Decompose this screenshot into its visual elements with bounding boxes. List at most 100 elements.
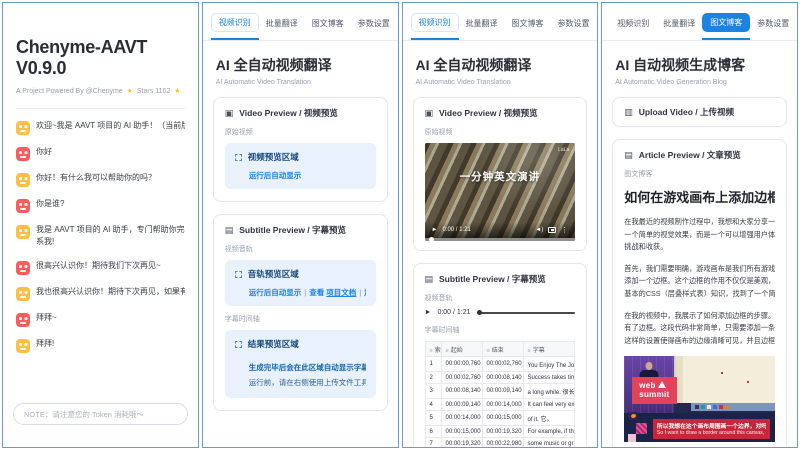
video-preview-placeholder: 视频预览区域 运行后自动显示	[225, 143, 376, 189]
table-row[interactable]: 400:00:09,14000:00:14,000It can feel ver…	[425, 399, 575, 411]
column-header: 字幕	[533, 348, 545, 354]
paragraph-line: 添加一个边框。这个边框的作用不仅仅是美观，更是能在玩家与	[624, 275, 775, 288]
subtitle-preview-expander[interactable]: ▤ Subtitle Preview / 字幕预览 视频音轨 ► 0:00 / …	[413, 263, 588, 448]
tab-video-recognition[interactable]: 视频识别	[610, 15, 656, 40]
subtitle-overlay: 所以我想在这个画布周围画一个边界，对吗? So I want to draw a…	[653, 419, 771, 439]
subtitle-preview-expander[interactable]: ▤ Subtitle Preview / 字幕预览 视频音轨 音轨预览区域 运行…	[213, 214, 388, 411]
expander-header[interactable]: ▣ Video Preview / 视频预览	[425, 107, 576, 119]
paragraph-line: 在我的视频中，我展示了如何添加边框的步骤。首先，打开我们	[624, 310, 775, 323]
table-row[interactable]: 300:00:08,14000:00:09,140a long while. 很…	[425, 384, 575, 399]
table-header-row: ≡索引 ≡起始 ≡结束 ≡字幕	[425, 342, 575, 357]
play-icon[interactable]: ►	[425, 309, 432, 316]
tab-label: 图文博客	[505, 15, 551, 32]
tab-batch-translate[interactable]: 批量翻译	[656, 15, 702, 40]
chat-message: 你是谁?	[16, 198, 185, 212]
expander-title: Upload Video / 上传视频	[639, 106, 734, 118]
tab-bar: 视频识别 批量翻译 图文博客 参数设置	[403, 3, 598, 41]
chat-message: 欢迎~我是 AAVT 项目的 AI 助手！（当前版本暂未接入完整	[16, 120, 185, 134]
audio-preview-placeholder: 音轨预览区域 运行后自动显示|查看 项目文档|加入 交流群组	[225, 260, 376, 306]
tab-settings[interactable]: 参数设置	[351, 15, 397, 40]
caption-original-video: 原始视频	[425, 127, 576, 137]
volume-icon[interactable]: ◄)	[535, 227, 543, 233]
auto-show-link[interactable]: 运行后自动显示	[249, 288, 302, 297]
message-text: 系我!	[36, 236, 185, 248]
chat-message: 我也很高兴认识你！期待下次再见，如果有需要，随时联	[16, 286, 185, 300]
tab-settings[interactable]: 参数设置	[750, 15, 796, 40]
video-progress-bar[interactable]	[425, 238, 576, 241]
expander-header[interactable]: ▤ Article Preview / 文章预览	[624, 149, 775, 161]
tab-blog[interactable]: 图文博客	[305, 15, 351, 40]
tab-label: 视频识别	[211, 13, 259, 32]
message-text: 我也很高兴认识你！期待下次再见，如果有需要，随时联	[36, 286, 185, 298]
tab-video-recognition[interactable]: 视频识别	[211, 13, 259, 40]
image-icon: ▤	[425, 274, 434, 285]
panel-video-translate-loaded: 视频识别 批量翻译 图文博客 参数设置 AI 全自动视频翻译 AI Automa…	[402, 2, 599, 448]
selection-icon	[235, 154, 242, 161]
monitor-icon: ▣	[225, 108, 234, 119]
message-text: 拜拜!	[36, 338, 185, 350]
message-text: 欢迎~我是 AAVT 项目的 AI 助手！（当前版本暂未接入完整	[36, 120, 185, 132]
column-type-icon: ≡	[430, 348, 433, 354]
auto-show-link[interactable]: 运行后自动显示	[249, 171, 302, 180]
assistant-avatar-icon	[16, 339, 30, 353]
video-player[interactable]: LaLa 一分钟英文演讲 ► 0:00 / 1:21 ◄) ⋮	[425, 143, 576, 241]
tab-blog[interactable]: 图文博客	[702, 13, 750, 40]
article-paragraph: 首先，我们需要明确，游戏画布是我们所有游戏元素的基础，为 添加一个边框。这个边框…	[624, 263, 775, 301]
code-editor-region	[674, 356, 775, 402]
page-title: AI 自动视频生成博客	[615, 55, 784, 75]
panel-blog-generation: 视频识别 批量翻译 图文博客 参数设置 AI 自动视频生成博客 AI Autom…	[601, 2, 798, 448]
stars-count: Stars 1162	[137, 88, 170, 95]
separator: |	[359, 288, 361, 297]
pip-icon[interactable]	[548, 227, 556, 233]
expander-header[interactable]: ▥ Upload Video / 上传视频	[624, 106, 775, 118]
caption-subtitle-timeline: 字幕时间轴	[425, 325, 576, 335]
expander-header[interactable]: ▤ Subtitle Preview / 字幕预览	[425, 273, 576, 285]
table-row[interactable]: 600:00:15,00000:00:19,320For example, if…	[425, 426, 575, 438]
article-screenshot-image: web summit 所以我想在这个画布周围画一个边界，对吗? So I wan…	[624, 356, 775, 442]
placeholder-title: 音轨预览区域	[248, 268, 299, 280]
tab-batch-translate[interactable]: 批量翻译	[259, 15, 305, 40]
table-row[interactable]: 200:00:02,76000:00:08,140Success takes t…	[425, 372, 575, 384]
message-text: 你是谁?	[36, 198, 185, 210]
expander-header[interactable]: ▤ Subtitle Preview / 字幕预览	[225, 224, 376, 236]
speaker-figure	[646, 362, 653, 370]
expander-title: Video Preview / 视频预览	[439, 107, 538, 119]
message-text: 拜拜~	[36, 312, 185, 324]
subtitle-dataframe[interactable]: ≡索引 ≡起始 ≡结束 ≡字幕 100:00:00,76000:00:02,76…	[425, 341, 576, 448]
table-row[interactable]: 100:00:00,76000:00:02,760You Enjoy The J…	[425, 357, 575, 372]
article-preview-expander[interactable]: ▤ Article Preview / 文章预览 图文博客 如何在游戏画布上添加…	[612, 139, 787, 448]
video-time: 0:00 / 1:21	[442, 227, 470, 233]
star-icon: ★	[174, 88, 180, 95]
panel-chat-sidebar: Chenyme-AAVT V0.9.0 A Project Powered By…	[2, 2, 199, 448]
expander-header[interactable]: ▣ Video Preview / 视频预览	[225, 107, 376, 119]
project-caption: A Project Powered By @Chenyme ★ Stars 11…	[16, 87, 185, 95]
caption-original-video: 原始视频	[225, 127, 376, 137]
tab-video-recognition[interactable]: 视频识别	[411, 13, 459, 40]
view-text: 查看	[309, 288, 324, 297]
more-options-icon[interactable]: ⋮	[561, 226, 568, 234]
tab-label: 批量翻译	[459, 15, 505, 32]
chat-input[interactable]	[13, 403, 188, 425]
tab-label: 参数设置	[351, 15, 397, 32]
video-preview-expander[interactable]: ▣ Video Preview / 视频预览 原始视频 LaLa 一分钟英文演讲…	[413, 97, 588, 251]
table-row[interactable]: 500:00:14,00000:00:15,000of it. 它。	[425, 411, 575, 426]
audio-progress-bar[interactable]	[477, 312, 576, 314]
tab-blog[interactable]: 图文博客	[505, 15, 551, 40]
tab-batch-translate[interactable]: 批量翻译	[459, 15, 505, 40]
upload-icon: ▥	[624, 107, 633, 118]
table-row[interactable]: 700:00:19,32000:00:22,980some music or g…	[425, 438, 575, 449]
subtitle-chinese: 所以我想在这个画布周围画一个边界，对吗?	[657, 421, 767, 430]
triangle-icon	[658, 381, 666, 388]
chat-message: 拜拜~	[16, 312, 185, 326]
column-type-icon: ≡	[487, 348, 490, 354]
tab-settings[interactable]: 参数设置	[551, 15, 597, 40]
tab-bar: 视频识别 批量翻译 图文博客 参数设置	[602, 3, 797, 41]
play-icon[interactable]: ►	[432, 227, 438, 233]
upload-video-expander[interactable]: ▥ Upload Video / 上传视频	[612, 97, 787, 127]
docs-link[interactable]: 项目文档	[326, 288, 356, 297]
video-preview-expander[interactable]: ▣ Video Preview / 视频预览 原始视频 视频预览区域 运行后自动…	[213, 97, 388, 202]
tab-label: 图文博客	[305, 15, 351, 32]
user-avatar-icon	[16, 313, 30, 327]
column-type-icon: ≡	[446, 348, 449, 354]
audio-player[interactable]: ► 0:00 / 1:21	[425, 309, 576, 316]
